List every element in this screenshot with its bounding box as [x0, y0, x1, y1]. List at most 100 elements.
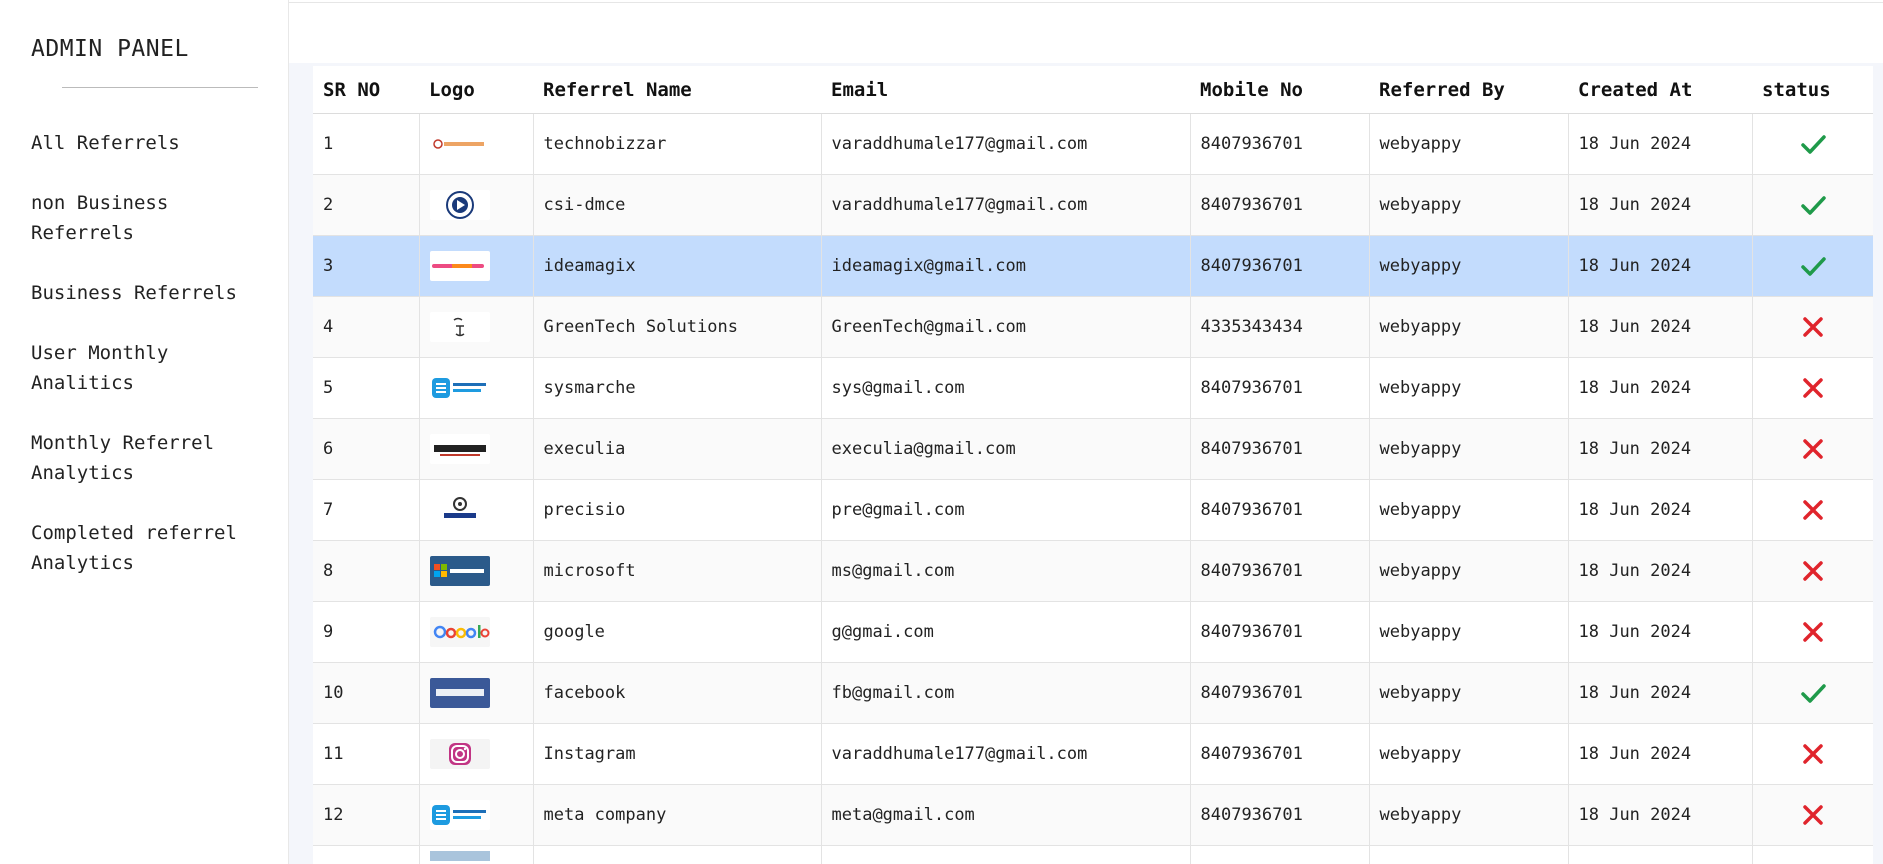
cell-sr-no: 10 [313, 662, 420, 724]
header-referred-by[interactable]: Referred By [1369, 66, 1568, 114]
cell-referred-by: webyappy [1369, 479, 1569, 541]
cell-partial [419, 845, 534, 864]
cell-mobile-no: 8407936701 [1190, 723, 1370, 785]
cell-email: execulia@gmail.com [821, 418, 1191, 480]
sidebar-item-user-monthly-analitics[interactable]: User Monthly Analitics [31, 338, 281, 398]
cell-created-at: 18 Jun 2024 [1568, 113, 1753, 175]
cell-referrel-name: GreenTech Solutions [533, 296, 822, 358]
sidebar-item-business-referrels[interactable]: Business Referrels [31, 278, 281, 308]
table-row[interactable]: 12 meta company meta@gmail.com 8407936701 we… [313, 784, 1873, 846]
check-icon [1799, 252, 1827, 280]
cell-status [1752, 540, 1873, 602]
table-row[interactable]: 9 google g@gmai.com 8407936701 webyappy 18 Ju… [313, 601, 1873, 663]
cell-logo [419, 418, 534, 480]
cell-logo [419, 357, 534, 419]
table-row[interactable]: 8 microsoft ms@gmail.com 8407936701 webyappy… [313, 540, 1873, 602]
table-row[interactable]: 5 sysmarche sys@gmail.com 8407936701 webyapp… [313, 357, 1873, 419]
cell-email: ideamagix@gmail.com [821, 235, 1191, 297]
table-row[interactable]: 4 GreenTech Solutions GreenTech@gmail.com 4… [313, 296, 1873, 358]
cell-status [1752, 113, 1873, 175]
header-referrel-name[interactable]: Referrel Name [533, 66, 821, 114]
cell-created-at: 18 Jun 2024 [1568, 784, 1753, 846]
cell-email: varaddhumale177@gmail.com [821, 174, 1191, 236]
sidebar-item-monthly-referrel-analytics[interactable]: Monthly Referrel Analytics [31, 428, 281, 488]
cross-icon [1799, 740, 1827, 768]
precisio-logo [429, 495, 490, 525]
cell-referrel-name: microsoft [533, 540, 822, 602]
header-logo[interactable]: Logo [419, 66, 533, 114]
cell-referrel-name: facebook [533, 662, 822, 724]
cell-status [1752, 479, 1873, 541]
cell-email: GreenTech@gmail.com [821, 296, 1191, 358]
cell-referred-by: webyappy [1369, 357, 1569, 419]
cell-referred-by: webyappy [1369, 296, 1569, 358]
cell-mobile-no: 8407936701 [1190, 540, 1370, 602]
cell-sr-no: 8 [313, 540, 420, 602]
sidebar-item-all-referrels[interactable]: All Referrels [31, 128, 281, 158]
cell-status [1752, 174, 1873, 236]
cell-partial [1190, 845, 1370, 864]
cell-referred-by: webyappy [1369, 235, 1569, 297]
header-status[interactable]: status [1752, 66, 1873, 114]
cell-logo [419, 784, 534, 846]
cell-created-at: 18 Jun 2024 [1568, 357, 1753, 419]
cell-created-at: 18 Jun 2024 [1568, 235, 1753, 297]
table-row[interactable]: 2 csi-dmce varaddhumale177@gmail.com 840793… [313, 174, 1873, 236]
cell-referrel-name: ideamagix [533, 235, 822, 297]
csi-dmce-logo [429, 190, 490, 220]
cross-icon [1799, 557, 1827, 585]
header-email[interactable]: Email [821, 66, 1190, 114]
cell-sr-no: 6 [313, 418, 420, 480]
sidebar-item-non-business-referrels[interactable]: non Business Referrels [31, 188, 281, 248]
sidebar-divider [62, 87, 258, 88]
table-row[interactable]: 6 execulia execulia@gmail.com 8407936701 web… [313, 418, 1873, 480]
cell-email: varaddhumale177@gmail.com [821, 113, 1191, 175]
cell-status [1752, 418, 1873, 480]
cell-created-at: 18 Jun 2024 [1568, 601, 1753, 663]
cell-mobile-no: 8407936701 [1190, 479, 1370, 541]
cell-referrel-name: precisio [533, 479, 822, 541]
table-row[interactable]: 1 technobizzar varaddhumale177@gmail.com 84… [313, 113, 1873, 175]
cell-partial [1568, 845, 1753, 864]
cell-sr-no: 12 [313, 784, 420, 846]
cell-referrel-name: technobizzar [533, 113, 822, 175]
header-sr-no[interactable]: SR NO [313, 66, 419, 114]
logo-partial [429, 851, 490, 861]
sidebar-item-completed-referrel-analytics[interactable]: Completed referrel Analytics [31, 518, 281, 578]
cell-logo [419, 723, 534, 785]
cell-sr-no: 7 [313, 479, 420, 541]
cell-referrel-name: meta company [533, 784, 822, 846]
cell-status [1752, 357, 1873, 419]
cell-logo [419, 540, 534, 602]
cell-logo [419, 601, 534, 663]
cell-created-at: 18 Jun 2024 [1568, 540, 1753, 602]
cell-status [1752, 235, 1873, 297]
cell-sr-no: 4 [313, 296, 420, 358]
cross-icon [1799, 435, 1827, 463]
table-row[interactable]: 10 facebook fb@gmail.com 8407936701 webyappy… [313, 662, 1873, 724]
header-created-at[interactable]: Created At [1568, 66, 1752, 114]
cell-email: meta@gmail.com [821, 784, 1191, 846]
cell-logo [419, 479, 534, 541]
cell-created-at: 18 Jun 2024 [1568, 723, 1753, 785]
referrels-table: SR NO Logo Referrel Name Email Mobile No… [313, 66, 1873, 864]
cell-mobile-no: 8407936701 [1190, 113, 1370, 175]
google-logo [429, 617, 490, 647]
cell-status [1752, 296, 1873, 358]
cell-referrel-name: sysmarche [533, 357, 822, 419]
microsoft-logo [429, 556, 490, 586]
cross-icon [1799, 801, 1827, 829]
cell-status [1752, 662, 1873, 724]
cell-referred-by: webyappy [1369, 418, 1569, 480]
table-row[interactable]: 3 ideamagix ideamagix@gmail.com 8407936701 w… [313, 235, 1873, 297]
cell-email: varaddhumale177@gmail.com [821, 723, 1191, 785]
cell-partial [533, 845, 822, 864]
cell-email: g@gmai.com [821, 601, 1191, 663]
greentech-logo [429, 312, 490, 342]
cell-partial [1752, 846, 1873, 864]
table-row[interactable]: 11 Instagram varaddhumale177@gmail.com 8407… [313, 723, 1873, 785]
cell-email: ms@gmail.com [821, 540, 1191, 602]
cell-referred-by: webyappy [1369, 113, 1569, 175]
header-mobile-no[interactable]: Mobile No [1190, 66, 1369, 114]
table-row[interactable]: 7 precisio pre@gmail.com 8407936701 webyappy… [313, 479, 1873, 541]
